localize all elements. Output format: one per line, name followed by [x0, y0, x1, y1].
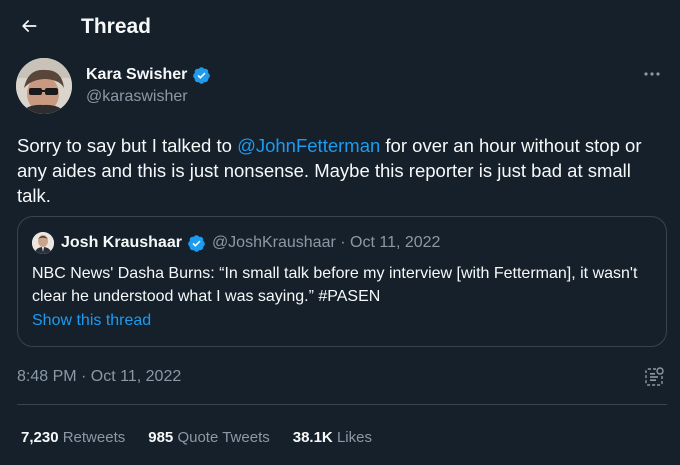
- quote-text: NBC News' Dasha Burns: “In small talk be…: [32, 265, 638, 305]
- tweet-text-start: Sorry to say but I talked to: [17, 135, 238, 156]
- author-name[interactable]: Kara Swisher: [86, 66, 187, 84]
- tweet-author: Kara Swisher @karaswisher: [16, 58, 666, 118]
- quote-tweets-stat[interactable]: 985 Quote Tweets: [148, 429, 269, 446]
- tweet-analytics-button[interactable]: [643, 366, 665, 388]
- quote-header: Josh Kraushaar @JoshKraushaar · Oct 11, …: [32, 231, 440, 255]
- quoted-tweet[interactable]: Josh Kraushaar @JoshKraushaar · Oct 11, …: [17, 216, 667, 347]
- retweets-label: Retweets: [62, 429, 126, 446]
- analytics-icon: [645, 367, 664, 386]
- likes-label: Likes: [336, 429, 372, 446]
- back-button[interactable]: [14, 11, 44, 41]
- avatar-image: [16, 58, 72, 114]
- tweet-text: Sorry to say but I talked to @JohnFetter…: [17, 133, 667, 208]
- retweets-stat[interactable]: 7,230 Retweets: [21, 429, 125, 446]
- author-handle[interactable]: @karaswisher: [86, 88, 188, 106]
- verified-badge-icon: [187, 234, 206, 253]
- author-name-row: Kara Swisher: [86, 63, 211, 87]
- retweets-count: 7,230: [21, 429, 59, 446]
- mention-link[interactable]: @JohnFetterman: [237, 135, 380, 156]
- quote-avatar: [32, 232, 54, 254]
- tweet-timestamp[interactable]: 8:48 PM · Oct 11, 2022: [17, 368, 181, 386]
- quote-tweets-count: 985: [148, 429, 174, 446]
- arrow-left-icon: [22, 20, 37, 32]
- quote-avatar-image: [32, 232, 54, 254]
- quote-handle-date: @JoshKraushaar · Oct 11, 2022: [211, 234, 441, 251]
- header: Thread: [0, 0, 680, 54]
- quote-tweets-label: Quote Tweets: [177, 429, 270, 446]
- more-options-button[interactable]: [638, 64, 666, 84]
- page-title: Thread: [81, 15, 152, 38]
- likes-count: 38.1K: [292, 429, 333, 446]
- engagement-stats: 7,230 Retweets 985 Quote Tweets 38.1K Li…: [21, 429, 395, 446]
- more-horizontal-icon: [644, 72, 660, 76]
- divider: [17, 404, 667, 405]
- quote-author-name: Josh Kraushaar: [61, 234, 182, 251]
- verified-badge-icon: [192, 66, 211, 85]
- likes-stat[interactable]: 38.1K Likes: [293, 429, 372, 446]
- show-thread-link[interactable]: Show this thread: [32, 312, 151, 330]
- avatar[interactable]: [16, 58, 72, 114]
